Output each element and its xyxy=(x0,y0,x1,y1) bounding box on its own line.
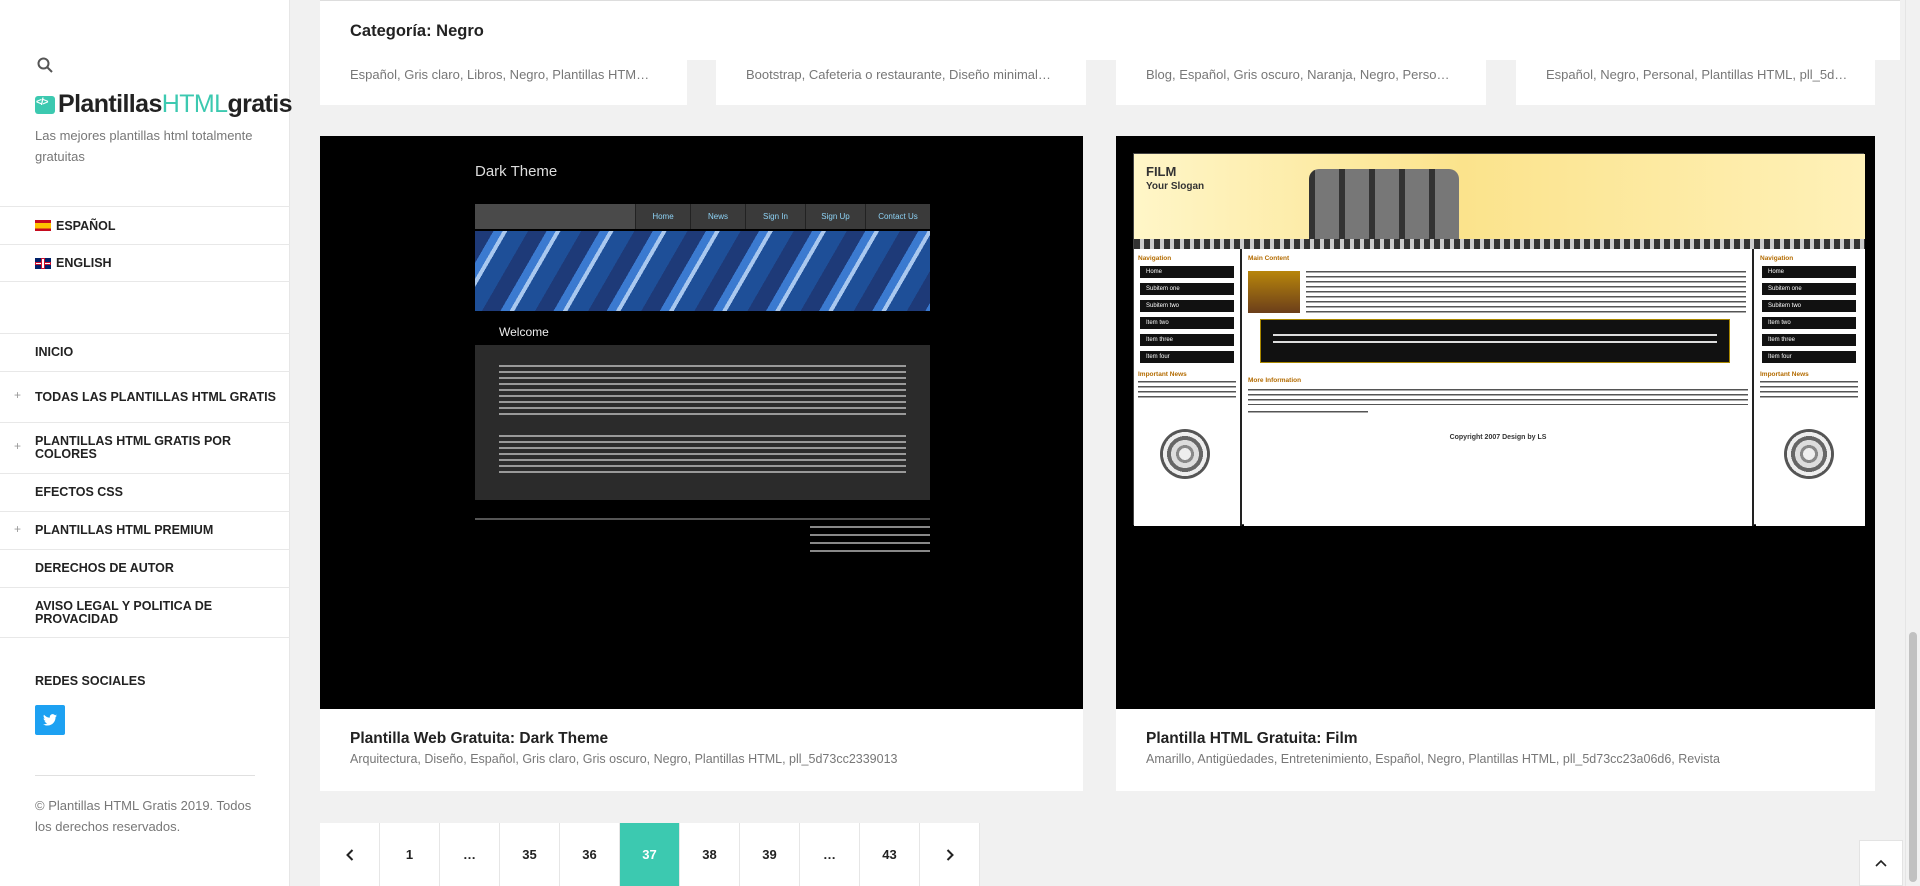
preview-header: FILM Your Slogan xyxy=(1134,154,1865,239)
language-item-es[interactable]: ESPAÑOL xyxy=(0,206,290,244)
chevron-up-icon xyxy=(1875,859,1887,867)
preview-welcome: Welcome xyxy=(499,325,549,339)
menu-item-por-colores[interactable]: + PLANTILLAS HTML GRATIS POR COLORES xyxy=(0,422,290,473)
preview-right-column: Navigation Home Subitem one Subitem two … xyxy=(1756,249,1865,526)
page-36[interactable]: 36 xyxy=(560,823,620,886)
pagination-prev-button[interactable] xyxy=(320,823,380,886)
page-1[interactable]: 1 xyxy=(380,823,440,886)
template-thumbnail[interactable]: Dark Theme Home News Sign In Sign Up Con… xyxy=(320,136,1083,709)
preview-footer xyxy=(810,526,930,552)
card-tags-row[interactable]: Bootstrap, Cafeteria o restaurante, Dise… xyxy=(716,55,1086,105)
site-logo[interactable]: PlantillasHTMLgratis xyxy=(35,90,293,119)
preview-nav-item: Sign Up xyxy=(805,204,865,229)
flag-gb-icon xyxy=(35,257,51,269)
sidebar-divider xyxy=(35,775,255,776)
film-reel-icon xyxy=(1784,429,1834,479)
main-menu: INICIO + TODAS LAS PLANTILLAS HTML GRATIS… xyxy=(0,333,290,638)
page-43[interactable]: 43 xyxy=(860,823,920,886)
menu-item-inicio[interactable]: INICIO xyxy=(0,333,290,371)
copyright: © Plantillas HTML Gratis 2019. Todos los… xyxy=(35,798,252,834)
sidebar: PlantillasHTMLgratis Las mejores plantil… xyxy=(0,0,293,886)
pagination: 1 … 35 36 37 38 39 … 43 xyxy=(320,823,980,886)
category-title: Categoría: Negro xyxy=(350,22,484,40)
page-ellipsis: … xyxy=(440,823,500,886)
template-tags[interactable]: Arquitectura, Diseño, Español, Gris clar… xyxy=(350,752,897,766)
template-card-film[interactable]: FILM Your Slogan Navigation Home Subitem… xyxy=(1116,136,1875,791)
expand-icon[interactable]: + xyxy=(14,440,21,453)
dark-theme-preview: Dark Theme Home News Sign In Sign Up Con… xyxy=(475,160,930,552)
preview-main-column: Main Content More Information Copyright … xyxy=(1244,249,1754,526)
preview-content-box xyxy=(475,345,930,500)
preview-banner-image xyxy=(475,231,930,311)
film-preview: FILM Your Slogan Navigation Home Subitem… xyxy=(1133,153,1865,526)
main-content: Español, Gris claro, Libros, Negro, Plan… xyxy=(290,0,1920,886)
template-thumbnail[interactable]: FILM Your Slogan Navigation Home Subitem… xyxy=(1116,136,1875,709)
scrollbar-thumb[interactable] xyxy=(1909,632,1917,882)
template-title[interactable]: Plantilla Web Gratuita: Dark Theme xyxy=(350,730,608,748)
page-38[interactable]: 38 xyxy=(680,823,740,886)
preview-site-title: Dark Theme xyxy=(475,163,558,180)
preview-slogan: Your Slogan xyxy=(1146,181,1205,192)
search-icon[interactable] xyxy=(36,56,54,74)
menu-item-derechos[interactable]: DERECHOS DE AUTOR xyxy=(0,549,290,587)
menu-item-premium[interactable]: + PLANTILLAS HTML PREMIUM xyxy=(0,511,290,549)
previous-row-cards: Español, Gris claro, Libros, Negro, Plan… xyxy=(320,55,1875,105)
site-tagline: Las mejores plantillas html totalmente g… xyxy=(35,128,253,164)
menu-item-efectos-css[interactable]: EFECTOS CSS xyxy=(0,473,290,511)
preview-nav-item: News xyxy=(690,204,745,229)
code-icon xyxy=(35,95,55,114)
menu-item-todas-plantillas[interactable]: + TODAS LAS PLANTILLAS HTML GRATIS xyxy=(0,371,290,422)
category-header: Categoría: Negro xyxy=(320,0,1900,60)
template-tags[interactable]: Amarillo, Antigüedades, Entretenimiento,… xyxy=(1146,752,1720,766)
language-switcher: ESPAÑOL ENGLISH xyxy=(0,206,290,282)
pagination-next-button[interactable] xyxy=(920,823,980,886)
card-tags-row[interactable]: Español, Negro, Personal, Plantillas HTM… xyxy=(1516,55,1875,105)
page-ellipsis: … xyxy=(800,823,860,886)
preview-site-title: FILM xyxy=(1146,164,1177,179)
template-card-dark-theme[interactable]: Dark Theme Home News Sign In Sign Up Con… xyxy=(320,136,1083,791)
preview-nav-item: Sign In xyxy=(745,204,805,229)
language-item-en[interactable]: ENGLISH xyxy=(0,244,290,282)
flag-es-icon xyxy=(35,220,51,231)
preview-left-column: Navigation Home Subitem one Subitem two … xyxy=(1134,249,1242,526)
menu-item-aviso-legal[interactable]: AVISO LEGAL Y POLITICA DE PROVACIDAD xyxy=(0,587,290,638)
preview-nav: Home News Sign In Sign Up Contact Us xyxy=(475,204,930,229)
page-39[interactable]: 39 xyxy=(740,823,800,886)
page-35[interactable]: 35 xyxy=(500,823,560,886)
preview-thumbnail-image xyxy=(1248,271,1300,313)
chevron-right-icon xyxy=(946,848,954,861)
film-reel-icon xyxy=(1160,429,1210,479)
twitter-button[interactable] xyxy=(35,705,65,735)
card-tags-row[interactable]: Español, Gris claro, Libros, Negro, Plan… xyxy=(320,55,687,105)
template-title[interactable]: Plantilla HTML Gratuita: Film xyxy=(1146,730,1358,748)
page-37-current[interactable]: 37 xyxy=(620,823,680,886)
expand-icon[interactable]: + xyxy=(14,522,21,536)
card-tags-row[interactable]: Blog, Español, Gris oscuro, Naranja, Neg… xyxy=(1116,55,1486,105)
social-title: REDES SOCIALES xyxy=(35,674,146,688)
page-scrollbar[interactable] xyxy=(1905,0,1920,886)
preview-note-box xyxy=(1260,319,1730,363)
preview-copyright: Copyright 2007 Design by LS xyxy=(1449,434,1547,441)
twitter-icon xyxy=(43,714,57,726)
preview-nav-item: Contact Us xyxy=(865,204,930,229)
back-to-top-button[interactable] xyxy=(1859,840,1903,886)
expand-icon[interactable]: + xyxy=(14,389,21,402)
chevron-left-icon xyxy=(345,848,353,861)
preview-nav-item: Home xyxy=(635,204,690,229)
film-reel-image xyxy=(1309,169,1459,239)
